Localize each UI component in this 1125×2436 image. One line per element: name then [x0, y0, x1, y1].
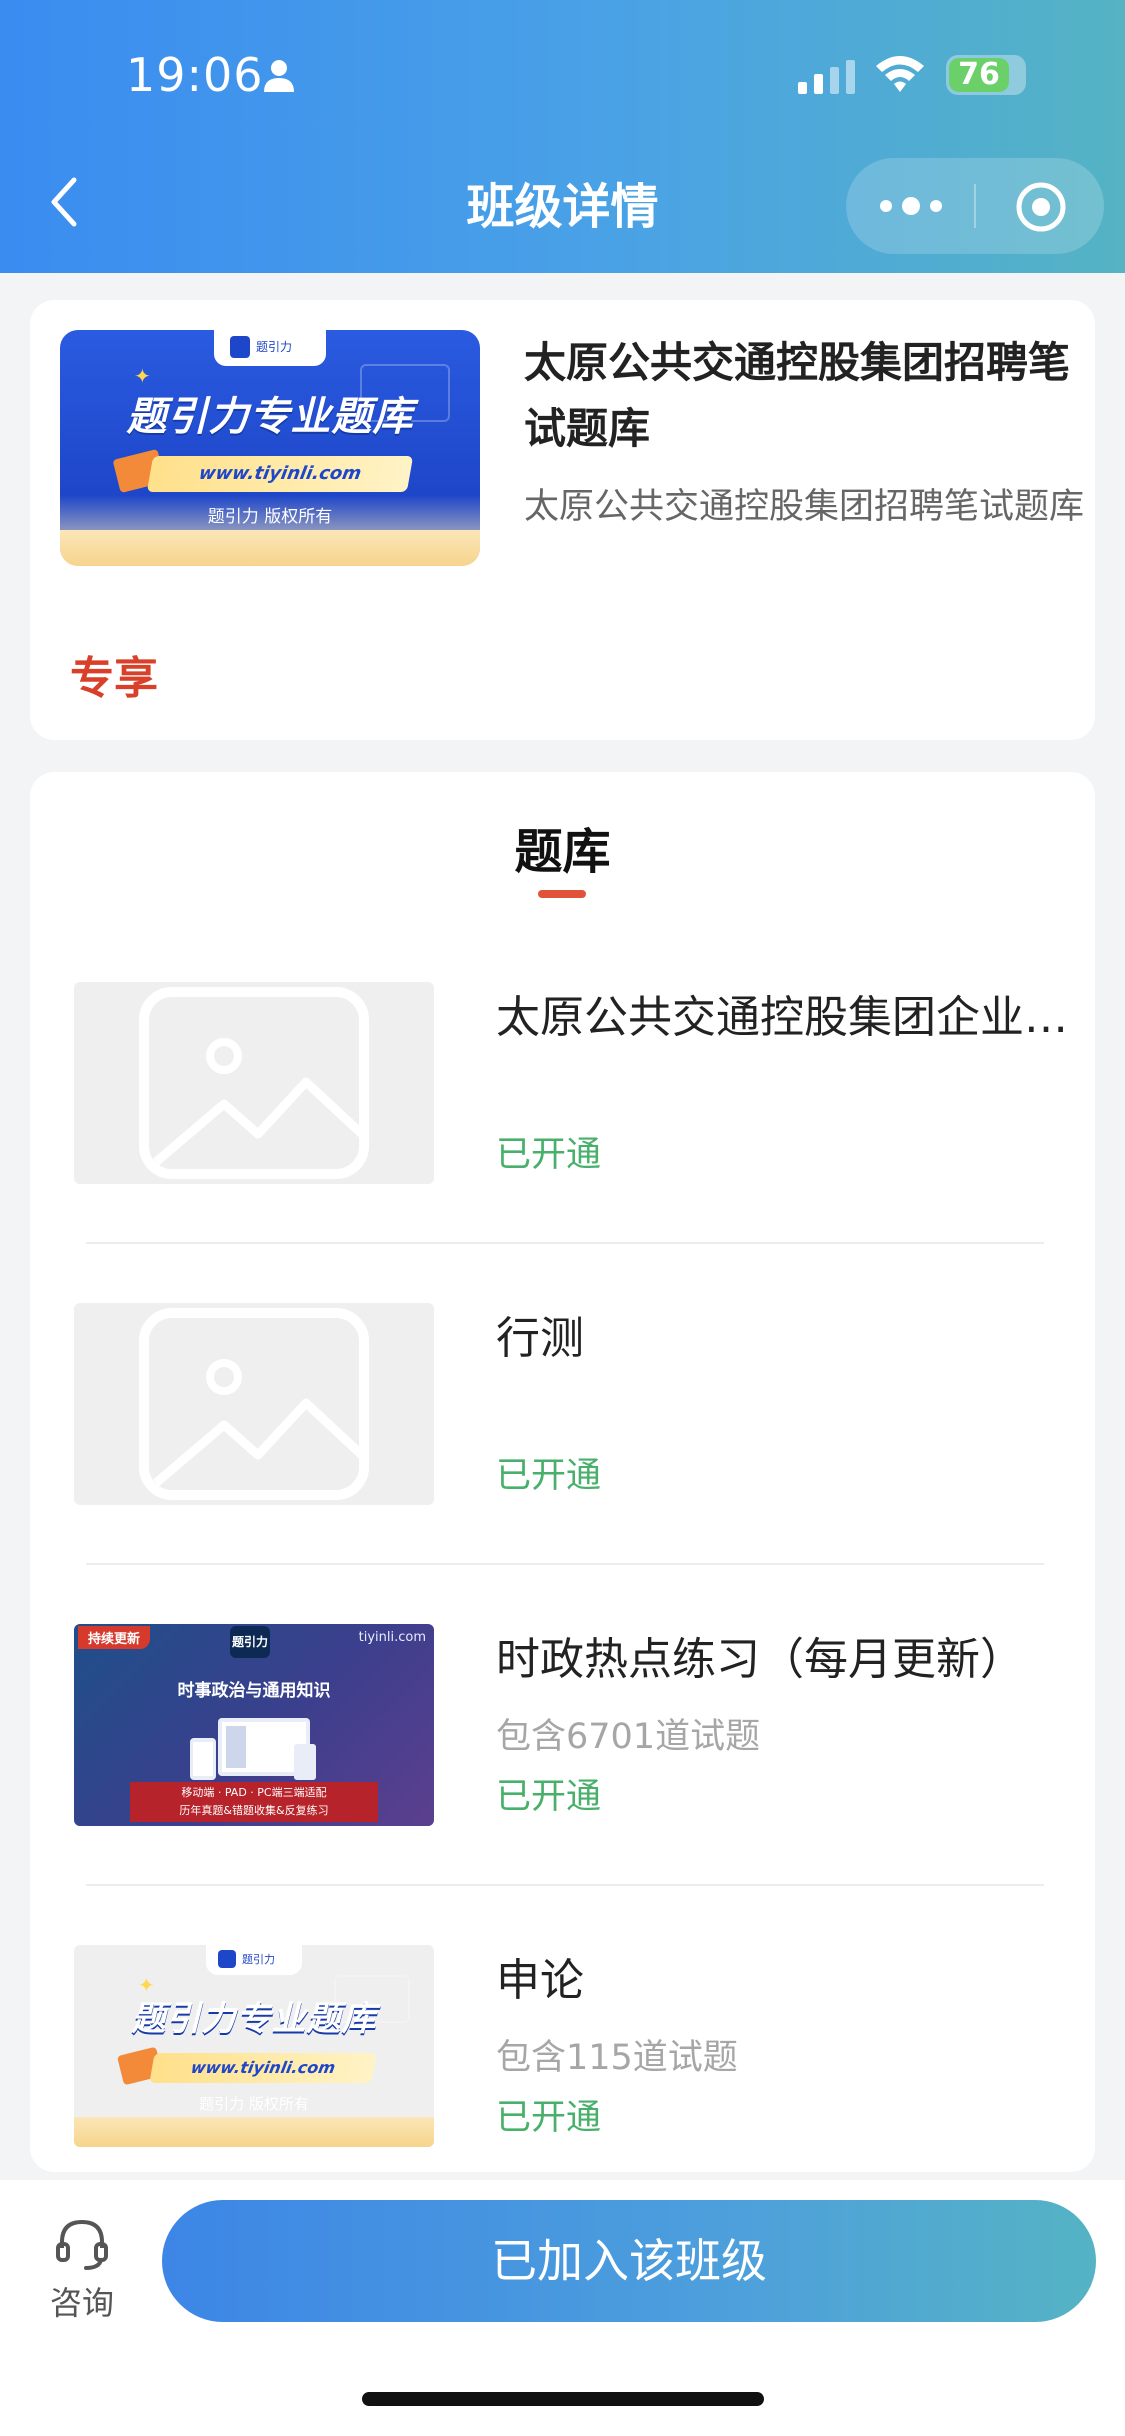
bank-list-item[interactable]: 题引力 ✦ 题引力专业题库 www.tiyinli.com 题引力 版权所有 申…	[74, 1945, 1074, 2147]
consult-button[interactable]: 咨询	[42, 2216, 122, 2326]
tab-active-indicator	[538, 890, 586, 898]
promo-thumbnail: 持续更新 题引力 tiyinli.com 时事政治与通用知识 移动端 · PAD…	[74, 1624, 434, 1826]
item-title: 行测	[496, 1313, 584, 1364]
list-divider	[86, 1884, 1044, 1886]
image-placeholder-icon	[139, 1308, 369, 1500]
promo-banner-line1: 移动端 · PAD · PC端三端适配	[181, 1786, 327, 1799]
battery-indicator: 76	[946, 55, 1026, 95]
brand-logo-icon	[230, 336, 250, 358]
headset-icon	[56, 2219, 108, 2270]
item-status: 已开通	[496, 1135, 602, 1175]
header: 19:06 76 班级详情	[0, 0, 1125, 273]
item-status: 已开通	[496, 1456, 602, 1496]
person-icon	[264, 60, 294, 92]
item-title: 太原公共交通控股集团企业…	[496, 992, 1068, 1043]
promo-site: tiyinli.com	[358, 1630, 426, 1645]
bank-list-item[interactable]: 行测 已开通	[74, 1303, 1074, 1505]
promo-banner-line2: 历年真题&错题收集&反复练习	[179, 1804, 329, 1817]
wifi-icon	[876, 56, 924, 92]
cover-headline: 题引力专业题库	[126, 394, 414, 440]
item-title: 时政热点练习（每月更新）	[496, 1634, 1024, 1685]
list-divider	[86, 1242, 1044, 1244]
cover-copyright: 题引力 版权所有	[199, 2095, 309, 2113]
item-thumbnail: 题引力 ✦ 题引力专业题库 www.tiyinli.com 题引力 版权所有	[74, 1945, 434, 2147]
promo-headline: 时事政治与通用知识	[177, 1681, 331, 1701]
question-bank-section: 题库 太原公共交通控股集团企业… 已开通 行测 已开通 持续更新 题引力 tiy…	[30, 772, 1095, 2172]
item-status: 已开通	[496, 1777, 602, 1817]
cover-bottom-band	[74, 2117, 434, 2147]
item-title: 申论	[496, 1955, 584, 2006]
course-card: 题引力 ✦ 题引力专业题库 www.tiyinli.com 题引力 版权所有 太…	[30, 300, 1095, 740]
brand-logo-icon	[218, 1950, 236, 1968]
item-question-count: 包含6701道试题	[496, 1717, 761, 1757]
cover-brand: 题引力	[256, 340, 293, 354]
course-cover-image: 题引力 ✦ 题引力专业题库 www.tiyinli.com 题引力 版权所有	[60, 330, 480, 566]
capsule-divider	[974, 184, 976, 228]
course-title: 太原公共交通控股集团招聘笔试题库	[524, 338, 1071, 453]
item-status: 已开通	[496, 2098, 602, 2138]
section-tab-question-bank[interactable]: 题库	[30, 812, 1095, 882]
promo-tag: 持续更新	[78, 1626, 151, 1649]
bank-list-item[interactable]: 太原公共交通控股集团企业… 已开通	[74, 982, 1074, 1184]
cover-headline: 题引力专业题库	[131, 1999, 377, 2039]
cover-url: www.tiyinli.com	[149, 2053, 377, 2083]
cover-brand-tag: 题引力	[214, 330, 326, 366]
item-question-count: 包含115道试题	[496, 2038, 738, 2078]
bank-list-item[interactable]: 持续更新 题引力 tiyinli.com 时事政治与通用知识 移动端 · PAD…	[74, 1624, 1074, 1826]
cover-bottom-band	[60, 530, 480, 566]
battery-percent: 76	[958, 57, 1000, 92]
mini-program-capsule	[846, 158, 1104, 254]
cover-url: www.tiyinli.com	[146, 456, 414, 492]
more-icon[interactable]	[876, 188, 946, 224]
cover-copyright: 题引力 版权所有	[207, 507, 333, 527]
cover-brand-tag: 题引力	[206, 1945, 302, 1975]
promo-logo: 题引力	[230, 1626, 270, 1658]
promo-banner: 移动端 · PAD · PC端三端适配 历年真题&错题收集&反复练习	[130, 1782, 378, 1822]
course-subtitle: 太原公共交通控股集团招聘笔试题库	[524, 487, 1085, 527]
close-target-icon[interactable]	[1014, 180, 1068, 234]
item-thumbnail	[74, 982, 434, 1184]
item-thumbnail	[74, 1303, 434, 1505]
cover-brand: 题引力	[242, 1953, 275, 1966]
image-placeholder-icon	[139, 987, 369, 1179]
exclusive-badge: 专享	[70, 653, 158, 704]
list-divider	[86, 1563, 1044, 1565]
consult-label: 咨询	[49, 2284, 114, 2322]
devices-icon	[190, 1718, 316, 1780]
home-indicator	[362, 2392, 764, 2406]
item-thumbnail: 持续更新 题引力 tiyinli.com 时事政治与通用知识 移动端 · PAD…	[74, 1624, 434, 1826]
status-time: 19:06	[126, 48, 264, 102]
signal-icon	[798, 60, 855, 94]
joined-class-button[interactable]: 已加入该班级	[162, 2200, 1096, 2322]
